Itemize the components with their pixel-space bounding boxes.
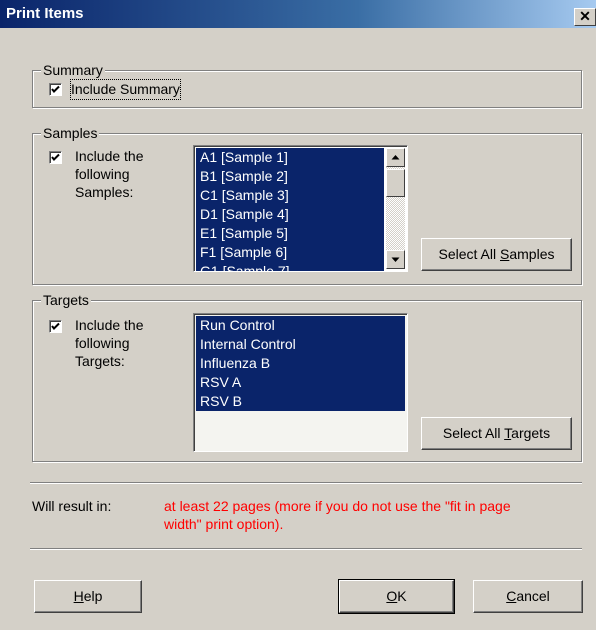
check-icon [51,322,60,330]
help-label: elp [83,588,103,604]
include-targets-label-line3: Targets: [75,353,125,369]
select-all-targets-button[interactable]: Select All Targets [421,417,572,450]
list-item[interactable]: E1 [Sample 5] [196,224,384,243]
scroll-up-button[interactable] [386,148,405,167]
close-icon: ✕ [579,8,591,24]
separator [30,548,582,550]
close-button[interactable]: ✕ [574,8,596,26]
ok-accel: O [386,588,398,604]
include-targets-checkbox[interactable] [49,320,62,333]
include-targets-label-line1: Include the [75,317,144,333]
ok-button[interactable]: OK [338,579,455,614]
list-item[interactable]: F1 [Sample 6] [196,243,384,262]
summary-legend: Summary [41,62,105,78]
check-icon [51,153,60,161]
list-item[interactable]: C1 [Sample 3] [196,186,384,205]
cancel-label: ancel [516,588,550,604]
up-arrow-icon [391,155,400,160]
summary-group: Summary Include Summary [32,62,582,108]
list-item[interactable]: D1 [Sample 4] [196,205,384,224]
select-all-samples-button[interactable]: Select All Samples [421,238,572,271]
samples-scrollbar[interactable] [386,148,405,269]
window-title: Print Items [6,5,84,22]
help-button[interactable]: Help [34,580,142,613]
list-item[interactable]: RSV B [196,392,405,411]
list-item[interactable]: Run Control [196,316,405,335]
select-all-targets-label-b: argets [511,425,551,441]
list-item[interactable]: B1 [Sample 2] [196,167,384,186]
include-samples-label-line1: Include the [75,148,144,164]
ok-label: K [397,588,407,604]
list-item[interactable]: G1 [Sample 7] [196,262,384,271]
list-item[interactable]: RSV A [196,373,405,392]
select-all-samples-label-a: Select All [438,246,500,262]
samples-legend: Samples [41,125,100,141]
list-item[interactable]: A1 [Sample 1] [196,148,384,167]
targets-list: Run Control Internal Control Influenza B… [196,316,405,411]
list-item[interactable]: Internal Control [196,335,405,354]
include-summary-label[interactable]: Include Summary [70,79,181,100]
samples-list: A1 [Sample 1] B1 [Sample 2] C1 [Sample 3… [196,148,384,271]
samples-group: Samples Include the following Samples: A… [32,125,582,285]
list-item[interactable]: Influenza B [196,354,405,373]
include-samples-label-line2: following [75,166,130,182]
cancel-button[interactable]: Cancel [473,580,583,613]
select-all-samples-label-b: amples [509,246,555,262]
separator [30,482,582,484]
targets-legend: Targets [41,292,91,308]
cancel-accel: C [506,588,517,604]
include-samples-checkbox[interactable] [49,151,62,164]
include-samples-label-line3: Samples: [75,184,134,200]
targets-group: Targets Include the following Targets: R… [32,292,582,462]
down-arrow-icon [391,257,400,262]
help-accel: H [73,588,84,604]
samples-listbox[interactable]: A1 [Sample 1] B1 [Sample 2] C1 [Sample 3… [193,145,408,272]
result-text-line1: at least 22 pages (more if you do not us… [164,498,511,514]
scroll-down-button[interactable] [386,250,405,269]
scroll-thumb[interactable] [386,169,405,197]
select-all-samples-accel: S [500,246,510,262]
check-icon [51,85,60,93]
title-bar: Print Items ✕ [0,0,596,28]
targets-listbox[interactable]: Run Control Internal Control Influenza B… [193,313,408,452]
include-summary-checkbox[interactable] [49,83,62,96]
result-text-line2: width" print option). [164,516,284,532]
result-label: Will result in: [32,498,112,514]
select-all-targets-label-a: Select All [442,425,505,441]
include-targets-label-line2: following [75,335,130,351]
